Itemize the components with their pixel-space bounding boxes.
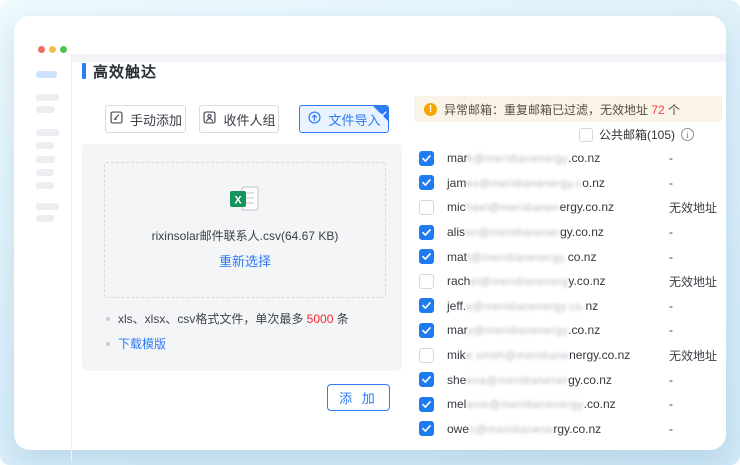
row-checkbox[interactable] xyxy=(419,323,434,338)
format-tip: xls、xlsx、csv格式文件，单次最多 5000 条 xyxy=(106,310,349,327)
sidebar-item[interactable] xyxy=(36,215,54,222)
banner-text: 异常邮箱：重复邮箱已过滤，无效地址 72 个 xyxy=(444,101,680,118)
row-checkbox[interactable] xyxy=(419,421,434,436)
contact-group-icon xyxy=(202,110,217,128)
title-accent-bar xyxy=(82,63,86,79)
row-checkbox[interactable] xyxy=(419,372,434,387)
row-checkbox[interactable] xyxy=(419,249,434,264)
email-address: jeff.s@meridianenergy.co.nz xyxy=(447,299,598,313)
svg-text:X: X xyxy=(234,195,242,207)
row-checkbox[interactable] xyxy=(419,200,434,215)
upload-panel: X rixinsolar邮件联系人.csv(64.67 KB) 重新选择 xls… xyxy=(82,144,402,371)
info-icon[interactable]: i xyxy=(681,128,694,141)
row-status: - xyxy=(669,422,673,436)
row-status: - xyxy=(669,397,673,411)
file-dropzone[interactable]: X rixinsolar邮件联系人.csv(64.67 KB) 重新选择 xyxy=(104,162,386,298)
row-status: - xyxy=(669,225,673,239)
email-row: jeff.s@meridianenergy.co.nz - xyxy=(414,294,726,319)
minimize-window-icon[interactable] xyxy=(49,46,56,53)
reselect-link[interactable]: 重新选择 xyxy=(105,251,385,270)
email-address: mary@meridianenergy.co.nz xyxy=(447,323,600,337)
close-window-icon[interactable] xyxy=(38,46,45,53)
tab-recipient-group[interactable]: 收件人组 xyxy=(199,105,279,133)
page-title: 高效触达 xyxy=(93,61,157,82)
sidebar-item[interactable] xyxy=(36,182,54,189)
tab-label: 收件人组 xyxy=(223,110,275,129)
row-checkbox[interactable] xyxy=(419,298,434,313)
maximize-window-icon[interactable] xyxy=(60,46,67,53)
row-status: 无效地址 xyxy=(669,273,717,290)
row-status: - xyxy=(669,299,673,313)
page-background: 高效触达 手动添加 收件人组 xyxy=(0,0,740,465)
email-address: matt@meridianenergy.co.nz xyxy=(447,250,596,264)
email-row: sheena@meridianenergy.co.nz - xyxy=(414,367,726,392)
email-address: mike.smith@meridianenergy.co.nz xyxy=(447,348,630,362)
public-mailbox-checkbox[interactable] xyxy=(579,128,593,142)
tab-label: 手动添加 xyxy=(130,110,182,129)
email-row: mike.smith@meridianenergy.co.nz 无效地址 xyxy=(414,343,726,368)
bullet-dot xyxy=(106,342,110,346)
app-window: 高效触达 手动添加 收件人组 xyxy=(14,16,726,450)
email-address: sheena@meridianenergy.co.nz xyxy=(447,373,612,387)
email-row: owen@meridianenergy.co.nz - xyxy=(414,417,726,442)
window-controls xyxy=(38,46,67,53)
email-row: rachel@meridianenergy.co.nz 无效地址 xyxy=(414,269,726,294)
sidebar-item-active[interactable] xyxy=(36,71,57,78)
row-status: 无效地址 xyxy=(669,199,717,216)
max-count: 5000 xyxy=(307,312,334,326)
tab-file-import[interactable]: 文件导入 xyxy=(299,105,389,133)
email-row: james@meridianenergy.co.nz - xyxy=(414,171,726,196)
row-status: - xyxy=(669,373,673,387)
corner-check-icon xyxy=(379,106,387,121)
download-template-link[interactable]: 下载模版 xyxy=(118,335,166,352)
row-status: - xyxy=(669,323,673,337)
row-checkbox[interactable] xyxy=(419,225,434,240)
email-address: alison@meridianenergy.co.nz xyxy=(447,225,604,239)
email-row: mark@meridianenergy.co.nz - xyxy=(414,146,726,171)
row-status: - xyxy=(669,151,673,165)
sidebar-divider xyxy=(71,54,72,462)
uploaded-filename: rixinsolar邮件联系人.csv(64.67 KB) xyxy=(105,227,385,244)
email-row: matt@meridianenergy.co.nz - xyxy=(414,244,726,269)
tab-manual-add[interactable]: 手动添加 xyxy=(105,105,186,133)
row-checkbox[interactable] xyxy=(419,397,434,412)
row-checkbox[interactable] xyxy=(419,274,434,289)
email-address: michael@meridianenergy.co.nz xyxy=(447,200,614,214)
email-row: mary@meridianenergy.co.nz - xyxy=(414,318,726,343)
row-checkbox[interactable] xyxy=(419,348,434,363)
file-import-icon xyxy=(307,110,322,128)
sidebar-item[interactable] xyxy=(36,94,59,101)
content-top-band xyxy=(72,54,726,62)
sidebar-item[interactable] xyxy=(36,169,54,176)
sidebar-item[interactable] xyxy=(36,129,59,136)
add-button[interactable]: 添 加 xyxy=(327,384,390,411)
row-checkbox[interactable] xyxy=(419,151,434,166)
sidebar-item[interactable] xyxy=(36,142,54,149)
email-row: alison@meridianenergy.co.nz - xyxy=(414,220,726,245)
email-address: owen@meridianenergy.co.nz xyxy=(447,422,601,436)
sidebar-item[interactable] xyxy=(36,156,55,163)
email-row: melanie@meridianenergy.co.nz - xyxy=(414,392,726,417)
row-status: - xyxy=(669,250,673,264)
email-address: rachel@meridianenergy.co.nz xyxy=(447,274,606,288)
bullet-dot xyxy=(106,317,110,321)
public-mailbox-label: 公共邮箱(105) xyxy=(599,126,675,143)
excel-file-icon: X xyxy=(225,185,265,220)
sidebar-item[interactable] xyxy=(36,106,55,113)
row-status: - xyxy=(669,176,673,190)
email-address: mark@meridianenergy.co.nz xyxy=(447,151,600,165)
invalid-count: 72 xyxy=(651,103,664,117)
template-tip: 下载模版 xyxy=(106,335,166,352)
row-checkbox[interactable] xyxy=(419,175,434,190)
warning-icon: ! xyxy=(424,103,437,116)
email-address: melanie@meridianenergy.co.nz xyxy=(447,397,616,411)
sidebar-item[interactable] xyxy=(36,203,59,210)
email-row: michael@meridianenergy.co.nz 无效地址 xyxy=(414,195,726,220)
abnormal-mailbox-banner: ! 异常邮箱：重复邮箱已过滤，无效地址 72 个 xyxy=(414,96,722,122)
email-list: mark@meridianenergy.co.nz-james@meridian… xyxy=(414,146,726,441)
email-address: james@meridianenergy.co.nz xyxy=(447,176,605,190)
row-status: 无效地址 xyxy=(669,347,717,364)
edit-square-icon xyxy=(109,110,124,128)
public-mailbox-row: 公共邮箱(105) i xyxy=(579,126,694,143)
